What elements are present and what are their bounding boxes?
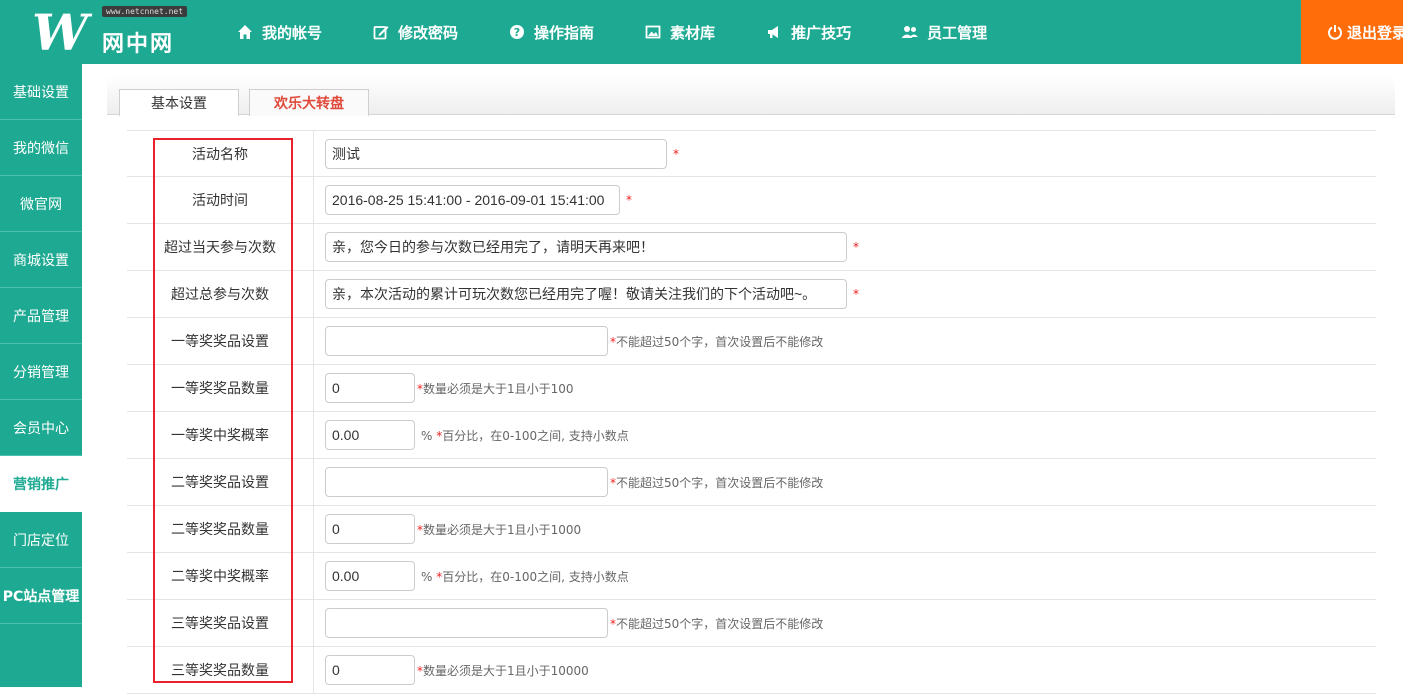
prize1-rate-input[interactable]	[325, 420, 415, 450]
form-row: 二等奖奖品设置 *不能超过50个字，首次设置后不能修改	[127, 459, 1376, 506]
sidebar-item-pc-site[interactable]: PC站点管理	[0, 568, 82, 624]
tab-lucky-wheel[interactable]: 欢乐大转盘	[249, 89, 369, 116]
required-mark: *	[853, 240, 859, 254]
prize3-count-label: 三等奖奖品数量	[127, 647, 314, 693]
form-row: 二等奖奖品数量 *数量必须是大于1且小于1000	[127, 506, 1376, 553]
required-mark: *	[853, 287, 859, 301]
form-row: 一等奖奖品数量 *数量必须是大于1且小于100	[127, 365, 1376, 412]
edit-icon	[372, 23, 390, 41]
form-row: 一等奖奖品设置 *不能超过50个字，首次设置后不能修改	[127, 318, 1376, 365]
sidebar-item-products[interactable]: 产品管理	[0, 288, 82, 344]
prize2-name-label: 二等奖奖品设置	[127, 459, 314, 505]
prize3-name-label: 三等奖奖品设置	[127, 600, 314, 646]
field-hint: *数量必须是大于1且小于1000	[417, 522, 582, 537]
activity-form: 活动名称 * 活动时间 * 超过当天参与次数 * 超过总参与次数 *	[127, 130, 1376, 694]
total-limit-label: 超过总参与次数	[127, 271, 314, 317]
nav-change-password[interactable]: 修改密码	[372, 0, 458, 64]
main-content: 基本设置 欢乐大转盘 活动名称 * 活动时间 * 超过当天参与次数 * 超	[82, 64, 1403, 694]
prize1-count-label: 一等奖奖品数量	[127, 365, 314, 411]
field-hint: *数量必须是大于1且小于100	[417, 381, 574, 396]
required-mark: *	[626, 193, 632, 207]
activity-time-input[interactable]	[325, 185, 620, 215]
prize3-name-input[interactable]	[325, 608, 608, 638]
logo-mark-icon: W	[32, 3, 88, 62]
nav-label: 操作指南	[534, 23, 595, 42]
activity-name-label: 活动名称	[127, 131, 314, 177]
logo-url-badge: www.netcnnet.net	[102, 6, 188, 17]
top-header: W www.netcnnet.net 网中网 我的帐号 修改密码 ? 操作指南	[0, 0, 1403, 64]
nav-guide[interactable]: ? 操作指南	[508, 0, 594, 64]
form-row: 活动名称 *	[127, 130, 1376, 177]
field-hint: *不能超过50个字，首次设置后不能修改	[610, 616, 824, 631]
power-icon	[1327, 23, 1343, 41]
form-row: 三等奖奖品设置 *不能超过50个字，首次设置后不能修改	[127, 600, 1376, 647]
sidebar-item-members[interactable]: 会员中心	[0, 400, 82, 456]
prize3-count-input[interactable]	[325, 655, 415, 685]
logo-text: 网中网	[102, 32, 175, 57]
nav-label: 素材库	[670, 23, 716, 42]
sidebar-item-distribution[interactable]: 分销管理	[0, 344, 82, 400]
prize2-rate-input[interactable]	[325, 561, 415, 591]
logo[interactable]: W www.netcnnet.net 网中网	[30, 6, 200, 60]
prize2-rate-label: 二等奖中奖概率	[127, 553, 314, 599]
sidebar-item-store-location[interactable]: 门店定位	[0, 512, 82, 568]
activity-time-label: 活动时间	[127, 177, 314, 223]
form-row: 超过总参与次数 *	[127, 271, 1376, 318]
nav-label: 推广技巧	[791, 23, 852, 42]
prize1-name-input[interactable]	[325, 326, 608, 356]
nav-materials[interactable]: 素材库	[644, 0, 715, 64]
sidebar-item-mall-settings[interactable]: 商城设置	[0, 232, 82, 288]
top-nav: 我的帐号 修改密码 ? 操作指南 素材库 推广技巧 员工管理	[236, 0, 1037, 64]
prize2-count-input[interactable]	[325, 514, 415, 544]
sidebar-item-marketing[interactable]: 营销推广	[0, 456, 82, 512]
required-mark: *	[673, 147, 679, 161]
form-row: 二等奖中奖概率 % *百分比，在0-100之间, 支持小数点	[127, 553, 1376, 600]
tab-basic-settings[interactable]: 基本设置	[119, 89, 239, 116]
logout-label: 退出登录	[1347, 23, 1403, 42]
nav-label: 修改密码	[398, 23, 459, 42]
megaphone-icon	[765, 23, 783, 41]
picture-icon	[644, 23, 662, 41]
prize1-name-label: 一等奖奖品设置	[127, 318, 314, 364]
svg-text:?: ?	[514, 26, 520, 39]
nav-label: 我的帐号	[262, 23, 323, 42]
prize1-count-input[interactable]	[325, 373, 415, 403]
sidebar: 基础设置 我的微信 微官网 商城设置 产品管理 分销管理 会员中心 营销推广 门…	[0, 64, 82, 687]
field-hint: % *百分比，在0-100之间, 支持小数点	[421, 569, 629, 584]
form-row: 一等奖中奖概率 % *百分比，在0-100之间, 支持小数点	[127, 412, 1376, 459]
field-hint: *不能超过50个字，首次设置后不能修改	[610, 475, 824, 490]
prize2-count-label: 二等奖奖品数量	[127, 506, 314, 552]
daily-limit-label: 超过当天参与次数	[127, 224, 314, 270]
prize1-rate-label: 一等奖中奖概率	[127, 412, 314, 458]
logout-button[interactable]: 退出登录	[1301, 0, 1403, 64]
help-icon: ?	[508, 23, 526, 41]
field-hint: *不能超过50个字，首次设置后不能修改	[610, 334, 824, 349]
nav-promotion-tips[interactable]: 推广技巧	[765, 0, 851, 64]
tab-bar: 基本设置 欢乐大转盘	[107, 76, 1395, 116]
total-limit-message-input[interactable]	[325, 279, 847, 309]
field-hint: *数量必须是大于1且小于10000	[417, 663, 589, 678]
nav-staff[interactable]: 员工管理	[901, 0, 987, 64]
sidebar-item-my-wechat[interactable]: 我的微信	[0, 120, 82, 176]
prize2-name-input[interactable]	[325, 467, 608, 497]
users-icon	[901, 23, 919, 41]
home-icon	[236, 23, 254, 41]
activity-name-input[interactable]	[325, 139, 667, 169]
daily-limit-message-input[interactable]	[325, 232, 847, 262]
sidebar-item-micro-site[interactable]: 微官网	[0, 176, 82, 232]
nav-my-account[interactable]: 我的帐号	[236, 0, 322, 64]
form-row: 超过当天参与次数 *	[127, 224, 1376, 271]
sidebar-item-basic-settings[interactable]: 基础设置	[0, 64, 82, 120]
form-row: 活动时间 *	[127, 177, 1376, 224]
field-hint: % *百分比，在0-100之间, 支持小数点	[421, 428, 629, 443]
nav-label: 员工管理	[927, 23, 988, 42]
